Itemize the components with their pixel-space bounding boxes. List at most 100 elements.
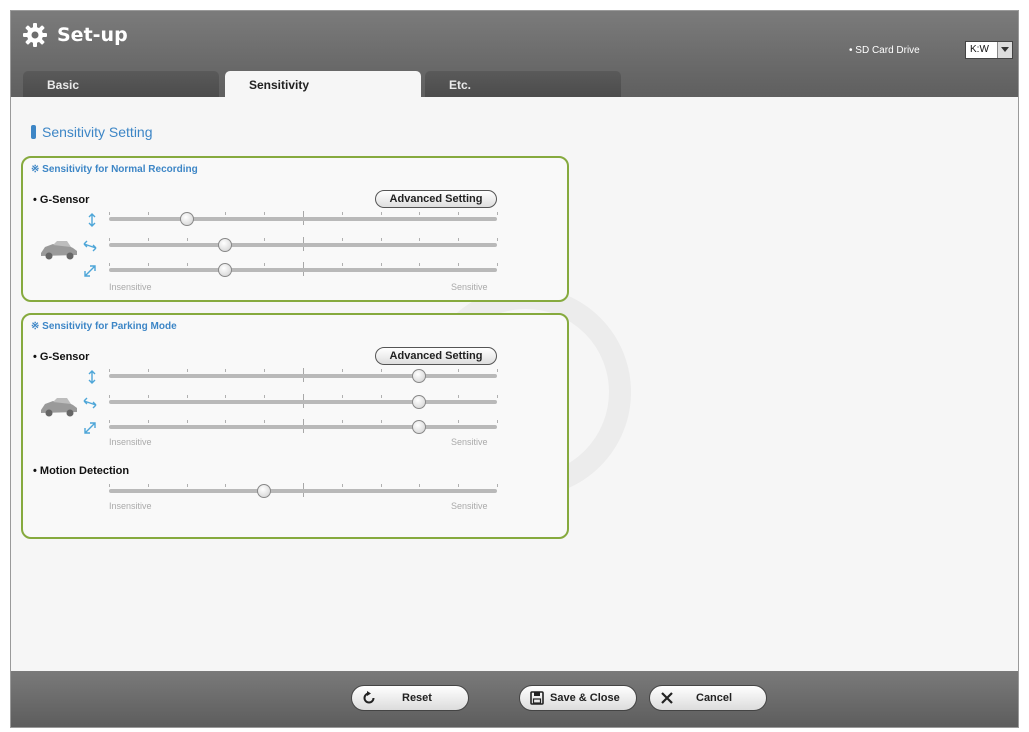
heading-marker — [31, 125, 36, 139]
parking-insensitive-label: Insensitive — [109, 437, 152, 447]
slider-tick — [341, 395, 343, 398]
parking-advanced-setting-button[interactable]: Advanced Setting — [375, 347, 497, 365]
slider-thumb[interactable] — [218, 238, 233, 252]
slider-tick — [147, 263, 149, 266]
section-heading-text: Sensitivity Setting — [42, 124, 153, 140]
gear-icon — [23, 23, 47, 47]
slider-tick — [497, 395, 498, 398]
normal-slider-diagonal[interactable] — [109, 262, 498, 278]
parking-slider-vertical[interactable] — [109, 368, 498, 384]
slider-tick — [147, 238, 149, 241]
diagonal-axis-icon — [84, 265, 96, 277]
slider-tick — [458, 420, 460, 423]
slider-tick — [186, 238, 188, 241]
normal-recording-panel: ※ Sensitivity for Normal Recording • G-S… — [21, 156, 569, 302]
motion-detection-slider[interactable] — [109, 483, 498, 499]
slider-tick — [186, 263, 188, 266]
setup-window: Set-up • SD Card Drive K:W Basic Sensiti… — [10, 10, 1019, 728]
slider-tick — [109, 484, 110, 487]
parking-slider-diagonal[interactable] — [109, 419, 498, 435]
slider-tick — [458, 212, 460, 215]
cancel-button[interactable]: Cancel — [649, 685, 767, 711]
sd-card-drive-select[interactable]: K:W — [965, 41, 1013, 59]
slider-tick — [380, 484, 382, 487]
cancel-label: Cancel — [696, 692, 733, 704]
slider-track — [109, 400, 497, 404]
slider-tick — [380, 420, 382, 423]
slider-thumb[interactable] — [179, 212, 194, 226]
slider-tick — [419, 263, 421, 266]
slider-tick — [419, 484, 421, 487]
chevron-down-icon[interactable] — [997, 42, 1012, 58]
slider-thumb[interactable] — [218, 263, 233, 277]
slider-track — [109, 268, 497, 272]
car-icon — [41, 241, 77, 260]
slider-tick — [109, 212, 110, 215]
slider-tick — [458, 369, 460, 372]
reset-icon — [363, 691, 375, 704]
slider-tick — [497, 263, 498, 266]
normal-sensitive-label: Sensitive — [451, 282, 488, 292]
slider-tick — [497, 238, 498, 241]
slider-tick — [109, 238, 110, 241]
normal-slider-vertical[interactable] — [109, 211, 498, 227]
slider-tick — [109, 395, 110, 398]
footer-bar: Reset Save & Close Cancel — [11, 671, 1018, 727]
slider-tick — [186, 420, 188, 423]
slider-track — [109, 217, 497, 221]
slider-tick — [186, 395, 188, 398]
slider-thumb[interactable] — [412, 420, 427, 434]
slider-tick — [380, 369, 382, 372]
slider-tick — [147, 420, 149, 423]
parking-gsensor-label: • G-Sensor — [33, 351, 90, 363]
slider-tick — [341, 420, 343, 423]
slider-thumb[interactable] — [412, 395, 427, 409]
slider-thumb[interactable] — [257, 484, 272, 498]
tab-etc[interactable]: Etc. — [425, 71, 621, 98]
slider-thumb[interactable] — [412, 369, 427, 383]
save-close-button[interactable]: Save & Close — [519, 685, 637, 711]
slider-tick — [264, 420, 266, 423]
save-close-label: Save & Close — [550, 692, 620, 704]
slider-tick — [264, 212, 266, 215]
slider-tick — [225, 212, 227, 215]
section-heading: Sensitivity Setting — [31, 124, 153, 140]
content-area: Sensitivity Setting ※ Sensitivity for No… — [11, 97, 1018, 671]
motion-detection-label: • Motion Detection — [33, 465, 130, 477]
parking-sensitive-label: Sensitive — [451, 437, 488, 447]
slider-tick — [225, 484, 227, 487]
slider-tick — [341, 484, 343, 487]
normal-advanced-setting-button[interactable]: Advanced Setting — [375, 190, 497, 208]
sd-card-drive-value: K:W — [970, 44, 989, 55]
normal-slider-lateral[interactable] — [109, 237, 498, 253]
close-icon — [661, 692, 673, 704]
slider-track — [109, 425, 497, 429]
slider-tick — [419, 238, 421, 241]
lateral-axis-icon — [83, 240, 97, 252]
slider-tick — [419, 212, 421, 215]
slider-track — [109, 489, 497, 493]
slider-tick — [186, 369, 188, 372]
slider-tick — [341, 238, 343, 241]
slider-tick — [497, 420, 498, 423]
car-icon — [41, 398, 77, 417]
parking-mode-title: ※ Sensitivity for Parking Mode — [31, 321, 177, 332]
parking-slider-lateral[interactable] — [109, 394, 498, 410]
slider-tick — [109, 263, 110, 266]
normal-insensitive-label: Insensitive — [109, 282, 152, 292]
motion-insensitive-label: Insensitive — [109, 501, 152, 511]
window-title: Set-up — [57, 24, 128, 46]
title-bar: Set-up • SD Card Drive K:W Basic Sensiti… — [11, 11, 1018, 98]
slider-tick — [458, 484, 460, 487]
tab-basic[interactable]: Basic — [23, 71, 219, 98]
slider-tick — [380, 212, 382, 215]
sd-card-drive-label: • SD Card Drive — [849, 45, 920, 56]
slider-tick — [264, 395, 266, 398]
normal-recording-title: ※ Sensitivity for Normal Recording — [31, 164, 198, 175]
reset-button[interactable]: Reset — [351, 685, 469, 711]
slider-tick — [497, 369, 498, 372]
slider-tick — [225, 369, 227, 372]
motion-sensitive-label: Sensitive — [451, 501, 488, 511]
slider-tick — [458, 263, 460, 266]
tab-sensitivity[interactable]: Sensitivity — [225, 71, 421, 98]
